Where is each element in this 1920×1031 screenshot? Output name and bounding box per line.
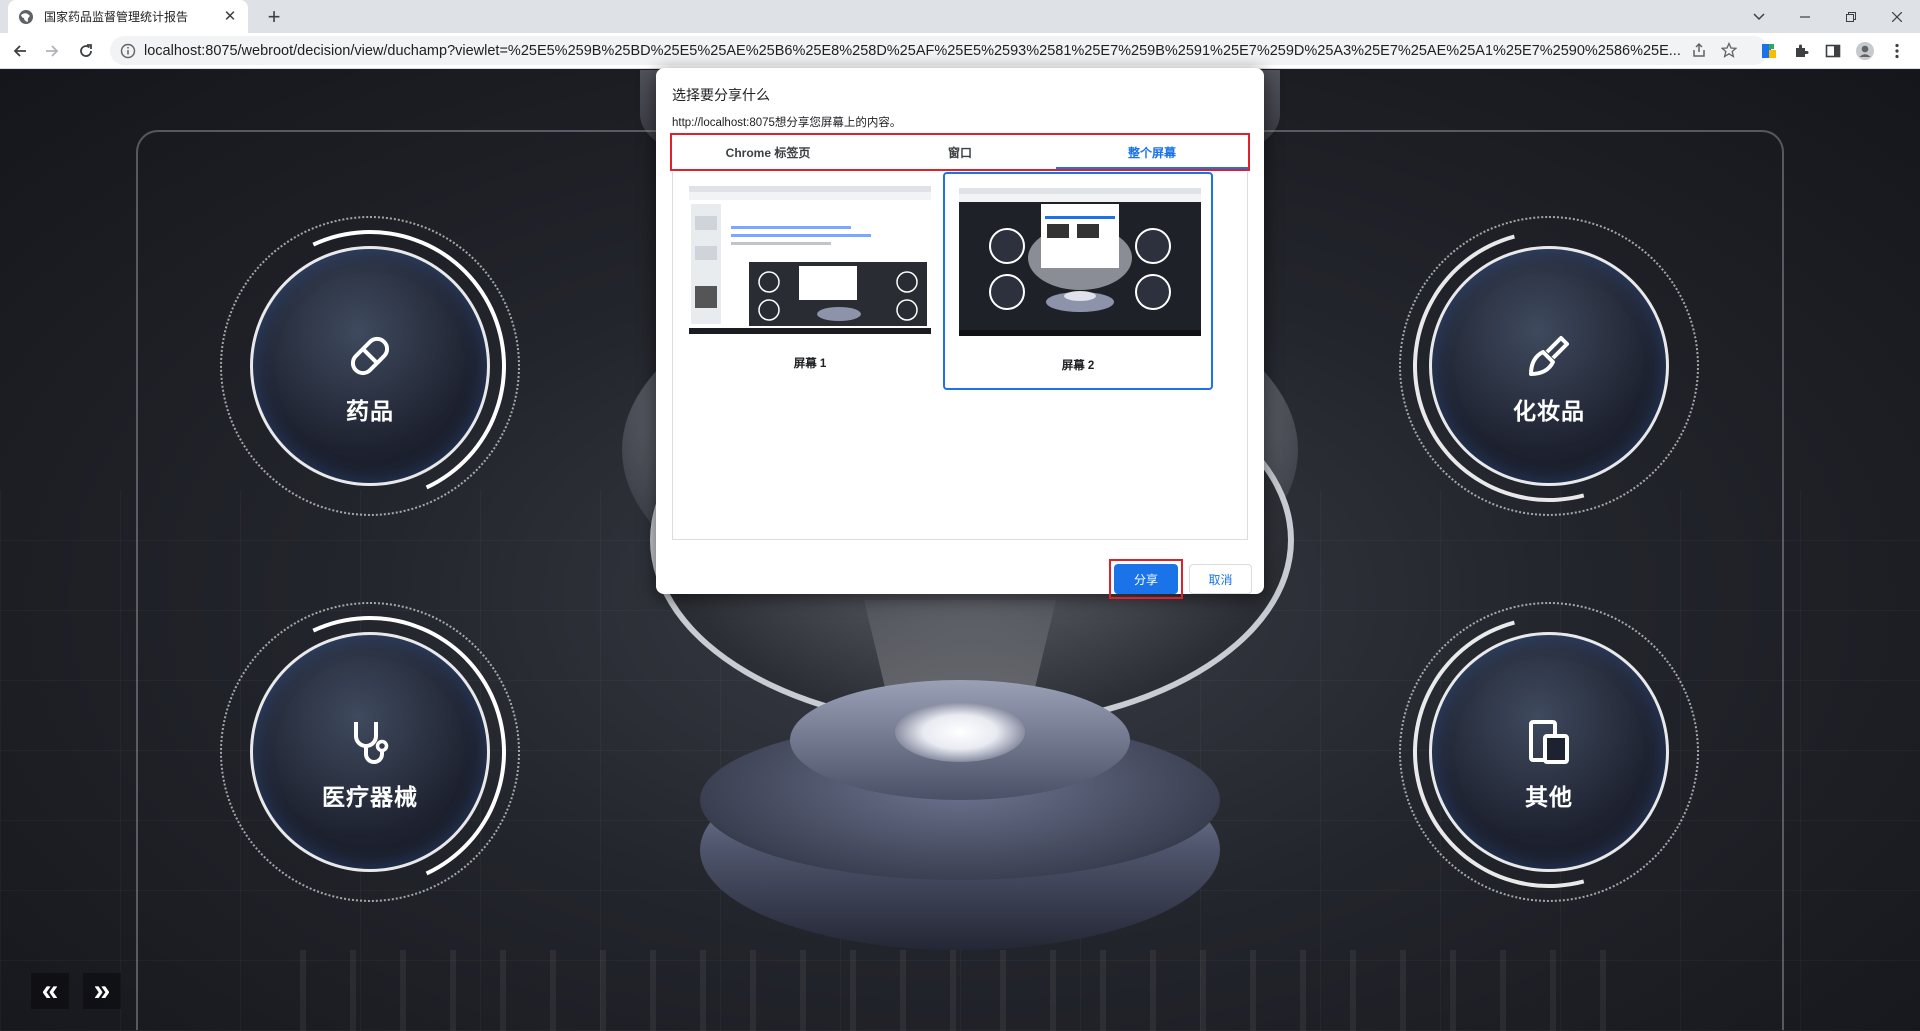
screen-share-dialog: 选择要分享什么 http://localhost:8075想分享您屏幕上的内容。… — [656, 68, 1264, 599]
url-text: localhost:8075/webroot/decision/view/duc… — [144, 42, 1681, 59]
close-window-icon[interactable] — [1874, 0, 1920, 33]
info-icon[interactable] — [120, 43, 136, 59]
screen-1-preview — [689, 186, 931, 334]
category-cosmetics[interactable]: 化妆品 — [1363, 180, 1735, 552]
tab-strip: 国家药品监督管理统计报告 ✕ + — [0, 0, 1920, 33]
previous-page-button[interactable]: « — [31, 973, 69, 1009]
pill-icon — [350, 336, 390, 376]
screen-list-pane: 屏幕 1 屏幕 2 — [672, 172, 1248, 540]
close-tab-icon[interactable]: ✕ — [222, 8, 238, 25]
share-page-icon[interactable] — [1688, 39, 1710, 61]
devices-icon — [1529, 720, 1569, 764]
minimize-icon[interactable] — [1782, 0, 1828, 33]
screen-label: 屏幕 1 — [793, 358, 827, 370]
side-panel-icon[interactable] — [1822, 40, 1844, 62]
menu-kebab-icon[interactable] — [1886, 40, 1908, 62]
tab-search-icon[interactable] — [1736, 0, 1782, 33]
category-other[interactable]: 其他 — [1363, 566, 1735, 938]
browser-tab[interactable]: 国家药品监督管理统计报告 ✕ — [8, 0, 248, 33]
category-label: 其他 — [1525, 784, 1573, 810]
browser-toolbar: localhost:8075/webroot/decision/view/duc… — [0, 33, 1920, 69]
reload-icon[interactable] — [74, 39, 98, 63]
puzzle-icon[interactable] — [1790, 40, 1812, 62]
dialog-subtitle: http://localhost:8075想分享您屏幕上的内容。 — [672, 117, 902, 129]
extension-icon[interactable] — [1758, 40, 1780, 62]
floor-lights — [300, 950, 1620, 1031]
share-button[interactable]: 分享 — [1114, 564, 1178, 594]
dialog-title: 选择要分享什么 — [672, 87, 770, 103]
new-tab-button[interactable]: + — [262, 6, 286, 30]
back-arrow-icon[interactable] — [8, 39, 32, 63]
screen-option-1[interactable]: 屏幕 1 — [675, 172, 945, 390]
cancel-button[interactable]: 取消 — [1189, 564, 1252, 594]
category-label: 化妆品 — [1513, 398, 1585, 424]
category-drugs[interactable]: 药品 — [195, 191, 545, 541]
screen-label: 屏幕 2 — [1061, 360, 1095, 372]
brush-icon — [1529, 336, 1569, 376]
profile-avatar-icon[interactable] — [1854, 40, 1876, 62]
tab-title: 国家药品监督管理统计报告 — [44, 10, 189, 24]
next-page-button[interactable]: » — [83, 973, 121, 1009]
tabs-highlight-box — [670, 133, 1250, 171]
stethoscope-icon — [354, 722, 389, 764]
address-bar[interactable]: localhost:8075/webroot/decision/view/duc… — [110, 36, 1768, 65]
category-medical-devices[interactable]: 医疗器械 — [195, 577, 545, 927]
screen-option-2[interactable]: 屏幕 2 — [943, 172, 1213, 390]
forward-arrow-icon[interactable] — [40, 39, 64, 63]
bookmark-star-icon[interactable] — [1718, 39, 1740, 61]
screen-2-preview — [959, 188, 1201, 336]
globe-icon — [18, 9, 34, 25]
category-label: 药品 — [346, 398, 394, 424]
pedestal-light — [895, 702, 1025, 762]
restore-icon[interactable] — [1828, 0, 1874, 33]
category-label: 医疗器械 — [322, 784, 418, 810]
